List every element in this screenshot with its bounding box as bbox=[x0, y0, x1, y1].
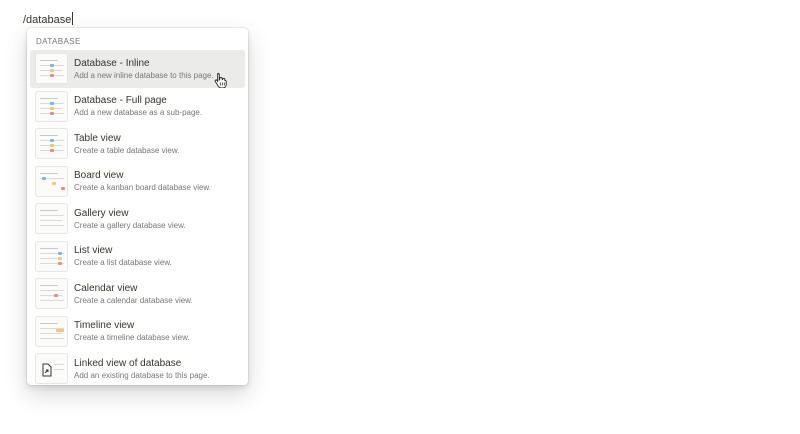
menu-item-description: Create a gallery database view. bbox=[74, 220, 186, 230]
linked-database-thumbnail-icon bbox=[35, 353, 68, 385]
menu-item-gallery-view[interactable]: Gallery view Create a gallery database v… bbox=[30, 200, 245, 238]
menu-item-calendar-view[interactable]: Calendar view Create a calendar database… bbox=[30, 275, 245, 313]
menu-item-description: Create a timeline database view. bbox=[74, 333, 190, 343]
menu-item-table-view[interactable]: Table view Create a table database view. bbox=[30, 125, 245, 163]
menu-item-title: Timeline view bbox=[74, 320, 135, 332]
text-caret bbox=[72, 12, 74, 25]
menu-item-board-view[interactable]: Board view Create a kanban board databas… bbox=[30, 163, 245, 201]
database-inline-thumbnail-icon bbox=[35, 53, 68, 85]
menu-item-title: Database - Full page bbox=[74, 95, 167, 107]
menu-item-title: Database - Inline bbox=[74, 57, 150, 69]
list-view-thumbnail-icon bbox=[35, 240, 68, 272]
menu-item-description: Add a new inline database to this page. bbox=[74, 70, 214, 80]
menu-item-title: Board view bbox=[74, 170, 124, 182]
menu-item-title: Table view bbox=[74, 132, 121, 144]
menu-item-title: Calendar view bbox=[74, 282, 138, 294]
menu-item-description: Create a kanban board database view. bbox=[74, 183, 211, 193]
hand-pointer-cursor-icon bbox=[214, 73, 227, 88]
linked-page-icon bbox=[42, 363, 52, 377]
menu-item-description: Create a calendar database view. bbox=[74, 295, 193, 305]
timeline-view-thumbnail-icon bbox=[35, 315, 68, 347]
menu-item-database-inline[interactable]: Database - Inline Add a new inline datab… bbox=[30, 50, 245, 88]
menu-section-label: DATABASE bbox=[36, 37, 81, 46]
menu-item-description: Create a list database view. bbox=[74, 258, 172, 268]
menu-item-list-view[interactable]: List view Create a list database view. bbox=[30, 238, 245, 276]
menu-item-title: Gallery view bbox=[74, 207, 129, 219]
board-view-thumbnail-icon bbox=[35, 165, 68, 197]
menu-item-title: List view bbox=[74, 245, 113, 257]
menu-item-description: Add a new database as a sub-page. bbox=[74, 108, 203, 118]
editor-text-line[interactable]: /database bbox=[23, 12, 74, 28]
menu-item-title: Linked view of database bbox=[74, 357, 182, 369]
menu-item-database-full-page[interactable]: Database - Full page Add a new database … bbox=[30, 88, 245, 126]
calendar-view-thumbnail-icon bbox=[35, 278, 68, 310]
menu-item-timeline-view[interactable]: Timeline view Create a timeline database… bbox=[30, 313, 245, 351]
menu-item-linked-view[interactable]: Linked view of database Add an existing … bbox=[30, 350, 245, 385]
database-full-page-thumbnail-icon bbox=[35, 90, 68, 122]
gallery-view-thumbnail-icon bbox=[35, 203, 68, 235]
slash-command-text: /database bbox=[23, 14, 72, 26]
table-view-thumbnail-icon bbox=[35, 128, 68, 160]
menu-item-description: Create a table database view. bbox=[74, 145, 180, 155]
menu-item-description: Add an existing database to this page. bbox=[74, 370, 210, 380]
